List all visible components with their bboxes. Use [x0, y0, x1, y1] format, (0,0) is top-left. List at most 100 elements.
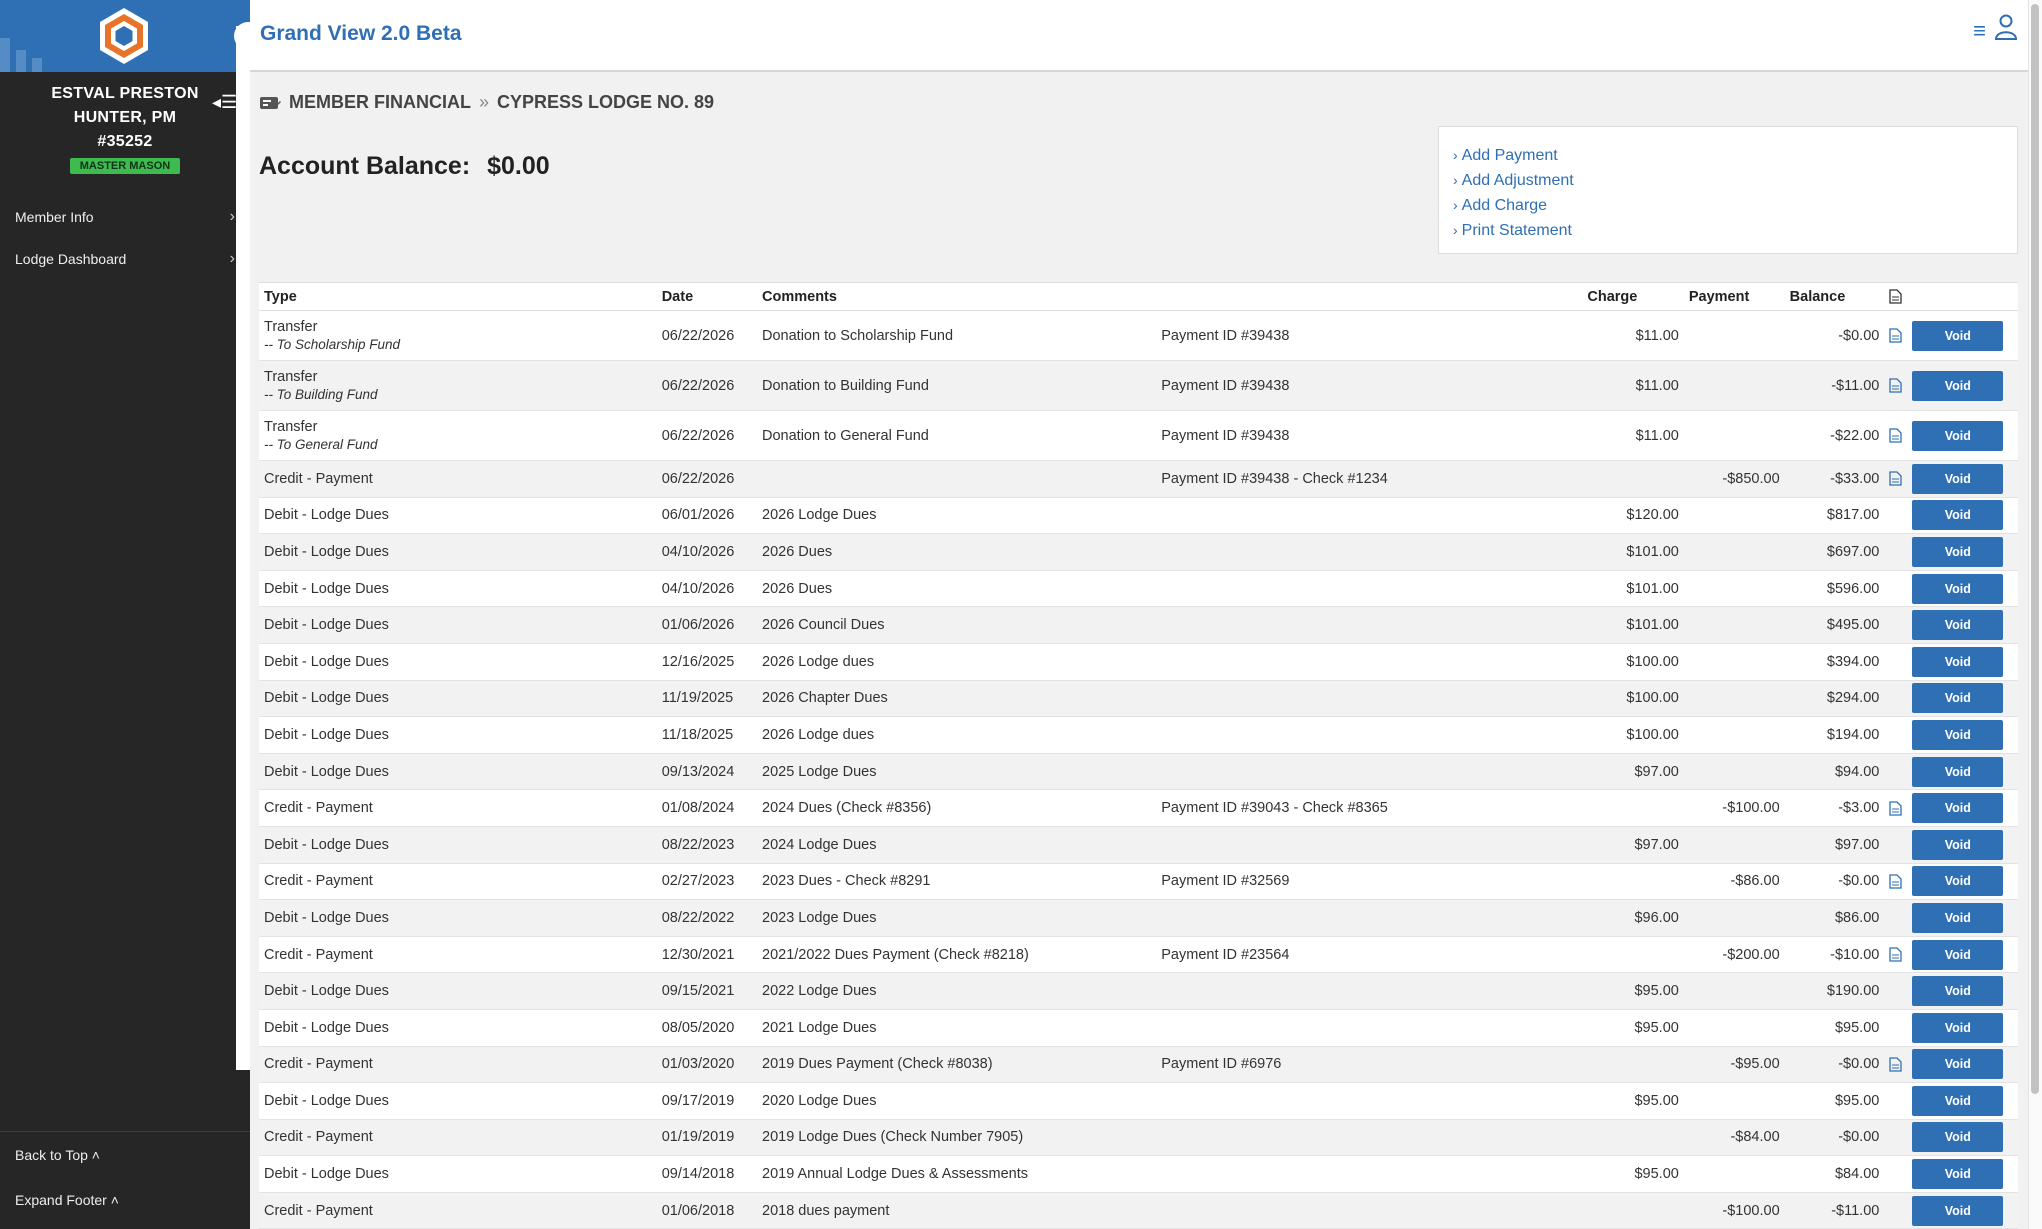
cell-charge	[1582, 460, 1684, 498]
back-to-top-link[interactable]: Back to Top ˄	[0, 1132, 250, 1177]
document-icon[interactable]	[1889, 947, 1902, 963]
void-button[interactable]: Void	[1912, 756, 2004, 787]
table-row: Debit - Lodge Dues 12/16/2025 2026 Lodge d…	[259, 643, 2018, 681]
sidebar-item-member-info[interactable]: Member Info ›	[0, 196, 250, 238]
cell-type: Debit - Lodge Dues	[259, 606, 657, 644]
cell-comment: 2026 Chapter Dues	[757, 680, 1157, 718]
table-row: Debit - Lodge Dues 09/17/2019 2020 Lodge D…	[259, 1082, 2018, 1120]
void-button[interactable]: Void	[1912, 976, 2004, 1007]
type-label: Credit - Payment	[264, 946, 373, 963]
cell-type: Credit - Payment	[259, 789, 657, 827]
cell-action: Void	[1907, 1155, 2018, 1193]
void-button[interactable]: Void	[1912, 573, 2004, 604]
void-button[interactable]: Void	[1912, 500, 2004, 531]
cell-document	[1884, 1155, 1908, 1193]
cell-date: 02/27/2023	[656, 863, 758, 901]
void-button[interactable]: Void	[1912, 829, 2004, 860]
add-adjustment-link[interactable]: › Add Adjustment	[1453, 168, 2003, 193]
add-payment-label: Add Payment	[1461, 147, 1558, 164]
void-button[interactable]: Void	[1912, 1195, 2004, 1226]
cell-comment: 2026 Lodge dues	[757, 643, 1157, 681]
cell-payment: -$84.00	[1683, 1119, 1785, 1157]
cell-payment: -$850.00	[1683, 460, 1785, 498]
sidebar-footer: Back to Top ˄ Expand Footer ˄	[0, 1131, 250, 1229]
void-button[interactable]: Void	[1912, 320, 2004, 351]
sidebar-collapse-icon[interactable]: ◂☰	[212, 92, 237, 113]
cell-balance: -$10.00	[1784, 936, 1885, 974]
cell-type: Credit - Payment	[259, 1192, 657, 1229]
void-button[interactable]: Void	[1912, 463, 2004, 494]
header-type: Type	[259, 282, 657, 311]
void-button[interactable]: Void	[1912, 646, 2004, 677]
cell-action: Void	[1907, 899, 2018, 937]
void-button[interactable]: Void	[1912, 610, 2004, 641]
document-icon[interactable]	[1889, 1056, 1902, 1072]
type-subtitle: -- To General Fund	[264, 437, 378, 452]
cell-payment: -$100.00	[1683, 1192, 1785, 1229]
void-button[interactable]: Void	[1912, 1159, 2004, 1190]
table-row: Debit - Lodge Dues 04/10/2026 2026 Dues $10…	[259, 533, 2018, 571]
cell-reference: Payment ID #39043 - Check #8365	[1156, 789, 1583, 827]
cell-balance: $697.00	[1784, 533, 1885, 571]
expand-footer-link[interactable]: Expand Footer ˄	[0, 1177, 250, 1222]
user-icon[interactable]	[1994, 14, 2018, 40]
cell-action: Void	[1907, 753, 2018, 791]
document-icon[interactable]	[1889, 428, 1902, 444]
table-row: Credit - Payment 02/27/2023 2023 Dues - Ch…	[259, 863, 2018, 901]
void-button[interactable]: Void	[1912, 536, 2004, 567]
void-button[interactable]: Void	[1912, 1122, 2004, 1153]
account-balance: Account Balance: $0.00	[259, 152, 550, 181]
document-icon[interactable]	[1889, 873, 1902, 889]
cell-type: Debit - Lodge Dues	[259, 497, 657, 535]
cell-balance: -$33.00	[1784, 460, 1885, 498]
chevron-up-icon: ˄	[106, 1191, 119, 1208]
void-button[interactable]: Void	[1912, 683, 2004, 714]
document-icon[interactable]	[1889, 800, 1902, 816]
cell-comment: 2021 Lodge Dues	[757, 1009, 1157, 1047]
cell-date: 09/13/2024	[656, 753, 758, 791]
double-chevron-icon: »	[479, 92, 490, 112]
table-row: Debit - Lodge Dues 11/19/2025 2026 Chapter…	[259, 680, 2018, 718]
logo-icon[interactable]	[96, 6, 152, 66]
ticket-icon	[260, 96, 281, 109]
app-title[interactable]: Grand View 2.0 Beta	[260, 22, 462, 46]
cell-charge: $11.00	[1582, 310, 1684, 361]
void-button[interactable]: Void	[1912, 793, 2004, 824]
cell-type: Debit - Lodge Dues	[259, 899, 657, 937]
breadcrumb-lodge[interactable]: CYPRESS LODGE NO. 89	[497, 92, 714, 113]
void-button[interactable]: Void	[1912, 902, 2004, 933]
cell-date: 08/22/2022	[656, 899, 758, 937]
cell-reference	[1156, 716, 1583, 754]
void-button[interactable]: Void	[1912, 1085, 2004, 1116]
add-charge-link[interactable]: › Add Charge	[1453, 193, 2003, 218]
cell-comment: 2019 Annual Lodge Dues & Assessments	[757, 1155, 1157, 1193]
void-button[interactable]: Void	[1912, 939, 2004, 970]
menu-icon[interactable]: ≡	[1973, 18, 1986, 44]
cell-action: Void	[1907, 1009, 2018, 1047]
page-scrollbar-thumb[interactable]	[2031, 4, 2039, 1094]
void-button[interactable]: Void	[1912, 420, 2004, 451]
cell-document	[1884, 716, 1908, 754]
cell-document	[1884, 789, 1908, 827]
add-payment-link[interactable]: › Add Payment	[1453, 143, 2003, 168]
type-label: Debit - Lodge Dues	[264, 653, 389, 670]
breadcrumb-section[interactable]: MEMBER FINANCIAL	[289, 92, 471, 113]
void-button[interactable]: Void	[1912, 1049, 2004, 1080]
table-row: Credit - Payment 01/19/2019 2019 Lodge Due…	[259, 1119, 2018, 1157]
print-statement-link[interactable]: › Print Statement	[1453, 218, 2003, 243]
type-label: Transfer	[264, 369, 318, 385]
cell-charge	[1582, 1046, 1684, 1084]
void-button[interactable]: Void	[1912, 719, 2004, 750]
sidebar-item-lodge-dashboard[interactable]: Lodge Dashboard ›	[0, 238, 250, 280]
document-icon[interactable]	[1889, 471, 1902, 487]
table-row: Credit - Payment 01/03/2020 2019 Dues Paym…	[259, 1046, 2018, 1084]
document-icon[interactable]	[1889, 328, 1902, 344]
void-button[interactable]: Void	[1912, 1012, 2004, 1043]
void-button[interactable]: Void	[1912, 866, 2004, 897]
void-button[interactable]: Void	[1912, 370, 2004, 401]
cell-balance: $86.00	[1784, 899, 1885, 937]
cell-date: 11/18/2025	[656, 716, 758, 754]
cell-document	[1884, 826, 1908, 864]
type-label: Debit - Lodge Dues	[264, 690, 389, 707]
document-icon[interactable]	[1889, 378, 1902, 394]
